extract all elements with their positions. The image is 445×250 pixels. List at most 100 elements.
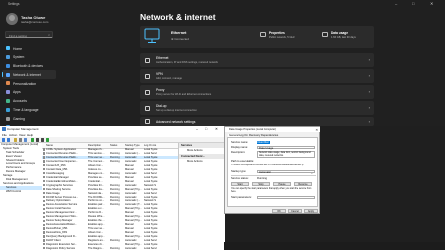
start-parameters-input[interactable] <box>257 195 315 200</box>
help-icon[interactable] <box>24 138 28 142</box>
phone-icon <box>145 105 150 111</box>
row-title: VPN <box>156 72 163 76</box>
back-icon[interactable] <box>2 138 6 142</box>
home-icon <box>6 46 10 51</box>
maximize-icon[interactable]: □ <box>412 1 414 6</box>
dialog-titlebar: Data Usage Properties (Local Computer) ✕ <box>225 127 320 132</box>
gear-icon <box>43 168 46 171</box>
col-header-status[interactable]: Status <box>110 144 117 147</box>
close-icon[interactable]: ✕ <box>215 127 218 131</box>
row-title: Advanced network settings <box>156 119 196 124</box>
nav-label: Apps <box>13 90 21 95</box>
ok-button[interactable]: OK <box>272 209 286 213</box>
service-status: Running <box>110 246 120 250</box>
nav-item-bluetooth[interactable]: Bluetooth & devices <box>2 62 56 71</box>
gear-icon <box>43 176 46 179</box>
search-icon: ⌕ <box>48 33 50 38</box>
actions-pane: Services More Actions Connected Devic...… <box>178 143 225 250</box>
properties-icon[interactable] <box>19 138 23 142</box>
folder-icon[interactable] <box>14 138 18 142</box>
col-header-startup[interactable]: Startup Type <box>125 144 140 147</box>
chevron-right-icon: › <box>368 73 370 78</box>
start-button[interactable]: Start <box>231 182 249 186</box>
services-list: Name Description Status Startup Type Log… <box>42 143 178 250</box>
row-subtitle: Proxy server for Wi-Fi and Ethernet conn… <box>156 93 212 96</box>
pause-button[interactable]: Pause <box>273 182 291 186</box>
close-icon[interactable]: ✕ <box>430 1 433 6</box>
resume-button[interactable]: Resume <box>294 182 312 186</box>
pause-icon[interactable] <box>41 138 45 142</box>
forward-icon[interactable] <box>7 138 11 142</box>
gear-icon <box>43 148 46 151</box>
ethernet-status-text: Connected <box>174 36 189 41</box>
globe-icon <box>6 107 10 112</box>
startup-type-select[interactable]: Automatic ⌄ <box>257 169 315 175</box>
proxy-server-icon <box>145 89 150 95</box>
nav-item-gaming[interactable]: Gaming <box>2 114 56 123</box>
row-subtitle: Set up a dial-up internet connection <box>156 109 197 112</box>
gear-icon <box>43 203 46 206</box>
settings-row-dialup[interactable]: Dial-up Set up a dial-up internet connec… <box>140 101 374 115</box>
gear-icon <box>43 215 46 218</box>
apply-button[interactable]: Apply <box>304 209 318 213</box>
settings-row-vpn[interactable]: VPN Add, connect, manage › <box>140 69 374 83</box>
col-header-name[interactable]: Name <box>46 144 53 147</box>
tile-title: Properties <box>269 31 285 35</box>
display-name-field[interactable]: Data Usage <box>257 145 315 150</box>
service-row[interactable]: Diagnostic Policy Service The Diagno... Ru… <box>42 246 178 250</box>
close-icon[interactable]: ✕ <box>315 128 318 132</box>
service-name-label: Service name: <box>231 141 249 144</box>
actions-header-label: Services <box>181 143 193 147</box>
cm-tree: Computer Management (Local) System Tools… <box>0 143 43 250</box>
computer-management-window: Computer Management – □ ✕ File Action Vi… <box>0 126 225 250</box>
action-more-actions[interactable]: More Actions <box>187 160 203 163</box>
gear-icon <box>43 184 46 187</box>
settings-search-input[interactable]: Find a setting ⌕ <box>5 31 53 38</box>
path-label: Path to executable: <box>231 160 255 163</box>
nav-item-personalization[interactable]: Personalization <box>2 79 56 88</box>
nav-item-network[interactable]: Network & internet <box>2 70 56 80</box>
gear-icon <box>43 207 46 210</box>
maximize-icon[interactable]: □ <box>205 127 207 131</box>
settings-row-proxy[interactable]: Proxy Proxy server for Wi-Fi and Etherne… <box>140 85 374 99</box>
minimize-icon[interactable]: – <box>395 1 397 6</box>
stop-icon[interactable] <box>36 138 40 142</box>
description-field[interactable]: Network data usage, data limit, restrict… <box>257 150 315 158</box>
gear-icon <box>43 211 46 214</box>
service-startup-type: Automatic <box>125 246 137 250</box>
tree-item[interactable]: WMI Control <box>0 190 42 194</box>
play-icon[interactable] <box>31 138 35 142</box>
row-title: Proxy <box>156 88 165 92</box>
tile-subtitle: Public network, 5 GHz <box>269 35 295 39</box>
nav-item-home[interactable]: Home <box>2 44 56 53</box>
ethernet-name: Ethernet <box>171 31 187 35</box>
settings-row-ethernet[interactable]: Ethernet Authentication, IP and DNS sett… <box>140 53 374 67</box>
service-name-value: DusmSvc <box>257 141 270 144</box>
nav-item-time-language[interactable]: Time & language <box>2 106 56 115</box>
row-title: Ethernet <box>156 56 169 60</box>
display-name-label: Display name: <box>231 146 249 149</box>
nav-label: Network & internet <box>13 72 41 77</box>
gear-icon <box>43 172 46 175</box>
restart-icon[interactable] <box>46 138 50 142</box>
action-more-actions[interactable]: More Actions <box>187 149 203 152</box>
gear-icon <box>43 227 46 230</box>
gear-icon <box>43 199 46 203</box>
page-title: Network & internet <box>140 12 216 22</box>
nav-label: Personalization <box>13 81 37 86</box>
settings-row-advanced[interactable]: Advanced network settings › <box>140 117 374 126</box>
cancel-button[interactable]: Cancel <box>288 209 302 213</box>
gear-icon <box>43 223 46 226</box>
brush-icon <box>6 81 10 86</box>
gear-icon <box>43 195 46 199</box>
col-header-description[interactable]: Description <box>88 144 101 147</box>
col-header-logon[interactable]: Log On As <box>144 144 156 147</box>
nav-item-system[interactable]: System <box>2 53 56 62</box>
stop-button[interactable]: Stop <box>252 182 270 186</box>
nav-item-apps[interactable]: Apps <box>2 88 56 97</box>
row-title: Dial-up <box>156 104 167 108</box>
minimize-icon[interactable]: – <box>196 127 198 131</box>
nav-item-accounts[interactable]: Accounts <box>2 97 56 106</box>
service-properties-dialog: Data Usage Properties (Local Computer) ✕… <box>224 126 320 214</box>
gear-icon <box>43 247 46 250</box>
